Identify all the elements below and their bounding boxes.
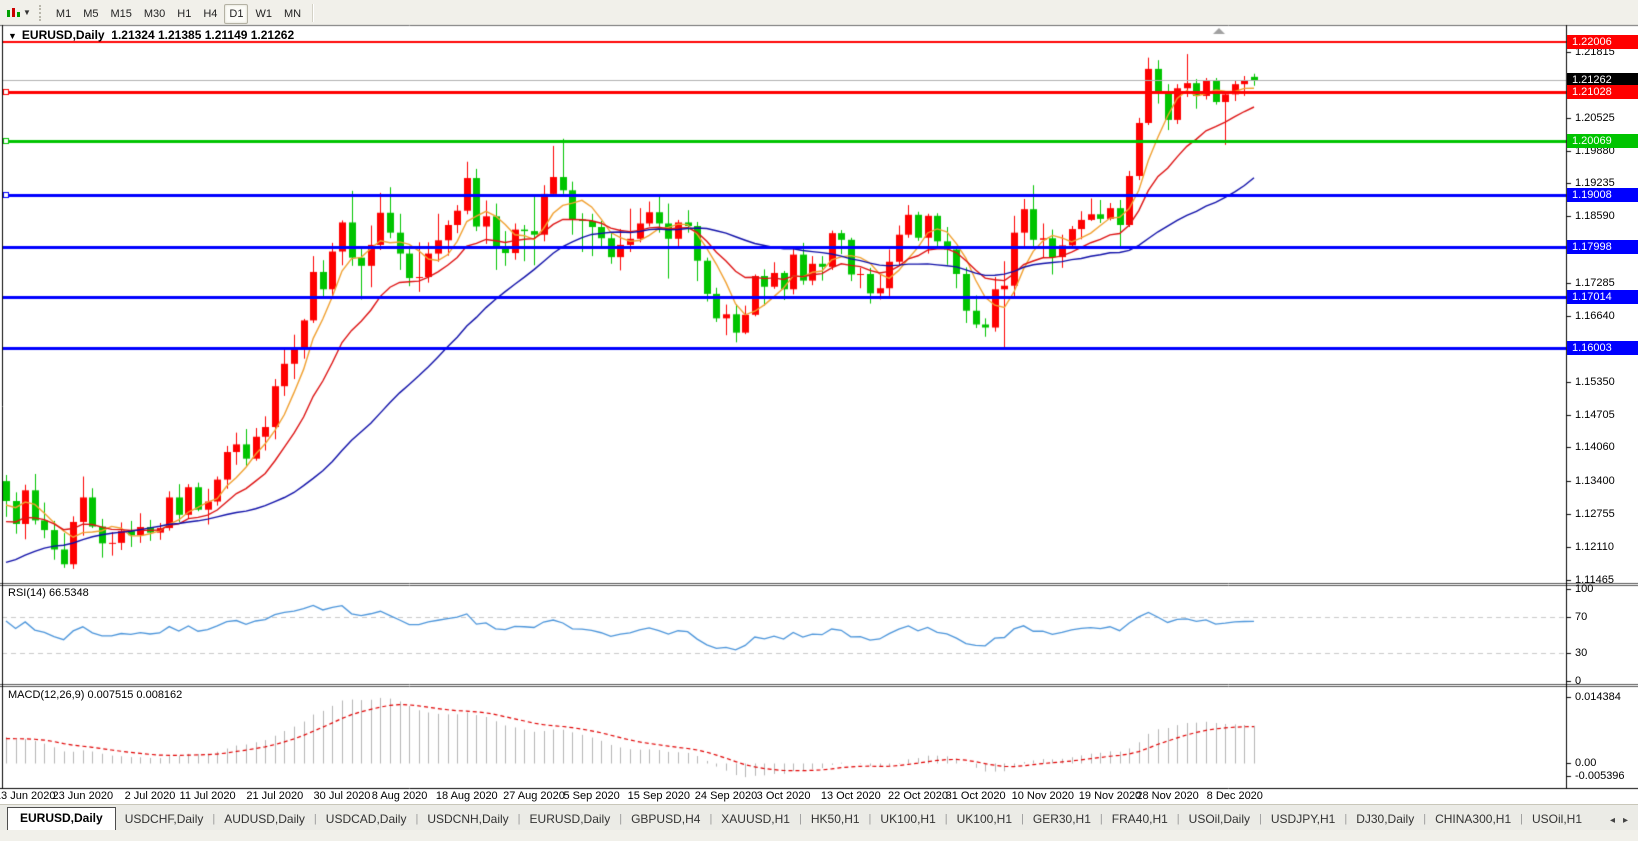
- price-tick-label: 1.12755: [1575, 508, 1637, 520]
- price-tick-label: 1.15350: [1575, 376, 1637, 388]
- rsi-level-label: 0: [1575, 675, 1637, 687]
- collapse-caret-icon[interactable]: ▼: [8, 31, 17, 41]
- level-price-box: 1.17014: [1567, 290, 1638, 304]
- level-price-box: 1.19008: [1567, 188, 1638, 202]
- level-price-box: 1.22006: [1567, 35, 1638, 49]
- price-tick-label: 1.12110: [1575, 541, 1637, 553]
- rsi-level-label: 100: [1575, 583, 1637, 595]
- chart-title: ▼ EURUSD,Daily 1.21324 1.21385 1.21149 1.…: [8, 28, 294, 42]
- rsi-indicator-label: RSI(14) 66.5348: [8, 587, 89, 599]
- price-tick-label: 1.16640: [1575, 310, 1637, 322]
- price-tick-label: 1.18590: [1575, 210, 1637, 222]
- macd-indicator-label: MACD(12,26,9) 0.007515 0.008162: [8, 689, 182, 701]
- price-tick-label: 1.17285: [1575, 277, 1637, 289]
- level-price-box: 1.17998: [1567, 240, 1638, 254]
- symbol-label: EURUSD,Daily: [22, 28, 105, 42]
- macd-axis-label: -0.005396: [1575, 770, 1637, 782]
- price-tick-label: 1.20525: [1575, 112, 1637, 124]
- macd-axis-label: 0.00: [1575, 757, 1637, 769]
- level-price-box: 1.16003: [1567, 341, 1638, 355]
- ohlc-values: 1.21324 1.21385 1.21149 1.21262: [111, 28, 294, 42]
- price-chart-canvas[interactable]: [0, 0, 1638, 841]
- price-tick-label: 1.14705: [1575, 409, 1637, 421]
- price-tick-label: 1.14060: [1575, 441, 1637, 453]
- trading-terminal-window: ▼ M1M5M15M30H1H4D1W1MN ▼EURUSD,Daily 1.2…: [0, 0, 1638, 841]
- rsi-level-label: 70: [1575, 611, 1637, 623]
- price-tick-label: 1.13400: [1575, 475, 1637, 487]
- level-price-box: 1.20069: [1567, 134, 1638, 148]
- rsi-level-label: 30: [1575, 647, 1637, 659]
- macd-axis-label: 0.014384: [1575, 691, 1637, 703]
- date-label: 8 Dec 2020: [1193, 790, 1277, 802]
- level-price-box: 1.21028: [1567, 85, 1638, 99]
